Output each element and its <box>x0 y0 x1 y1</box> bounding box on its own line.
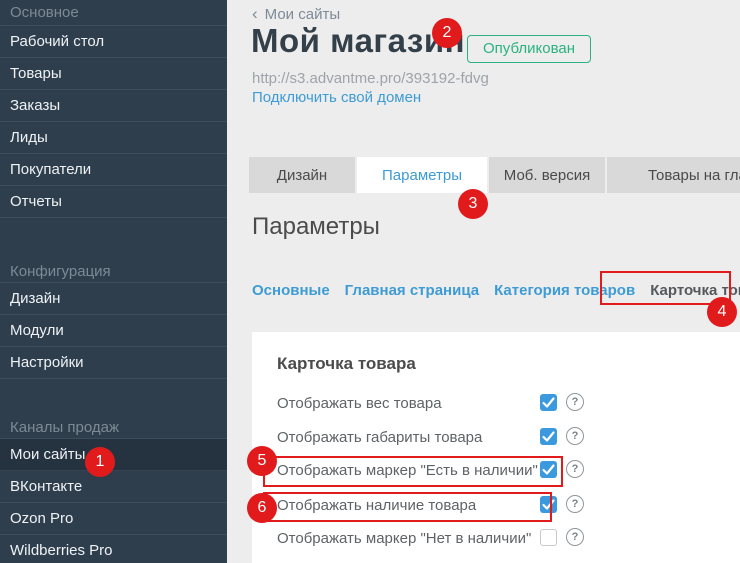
tab-mobile-version[interactable]: Моб. версия <box>489 157 605 193</box>
site-title: Мой магазин <box>251 22 465 60</box>
main-tabs: Дизайн Параметры Моб. версия Товары на г… <box>249 157 740 193</box>
sidebar-item-orders[interactable]: Заказы <box>0 90 227 122</box>
sidebar-item-ozon-pro[interactable]: Ozon Pro <box>0 503 227 535</box>
tab-products-on-main[interactable]: Товары на гла <box>607 157 740 193</box>
setting-label: Отображать маркер "Нет в наличии" <box>277 530 531 547</box>
checkbox-show-out-of-stock-marker[interactable] <box>540 529 557 546</box>
sidebar: Основное Рабочий стол Товары Заказы Лиды… <box>0 0 227 563</box>
setting-label: Отображать маркер "Есть в наличии" <box>277 462 538 479</box>
tab-design[interactable]: Дизайн <box>249 157 355 193</box>
breadcrumb-label: Мои сайты <box>265 6 340 23</box>
setting-label: Отображать вес товара <box>277 395 442 412</box>
setting-row-show-availability: Отображать наличие товара ? <box>252 495 740 515</box>
checkbox-show-dimensions[interactable] <box>540 428 557 445</box>
sidebar-item-modules[interactable]: Модули <box>0 315 227 347</box>
app-window: Основное Рабочий стол Товары Заказы Лиды… <box>0 0 740 563</box>
sidebar-item-dashboard[interactable]: Рабочий стол <box>0 26 227 58</box>
help-icon[interactable]: ? <box>566 427 584 445</box>
annotation-badge-3: 3 <box>458 189 488 219</box>
product-card-settings-panel: Карточка товара Отображать вес товара ? … <box>252 332 740 563</box>
setting-row-show-out-of-stock-marker: Отображать маркер "Нет в наличии" ? <box>252 528 740 548</box>
setting-row-show-dimensions: Отображать габариты товара ? <box>252 427 740 447</box>
sidebar-section-main: Основное <box>0 0 227 26</box>
sidebar-item-my-sites[interactable]: Мои сайты <box>0 439 227 471</box>
checkbox-show-weight[interactable] <box>540 394 557 411</box>
sidebar-item-leads[interactable]: Лиды <box>0 122 227 154</box>
sidebar-item-customers[interactable]: Покупатели <box>0 154 227 186</box>
parameter-subtabs: Основные Главная страница Категория това… <box>252 282 740 299</box>
chevron-left-icon: ‹ <box>252 4 258 23</box>
sidebar-spacer <box>0 218 227 255</box>
sidebar-spacer <box>0 379 227 411</box>
page-heading: Параметры <box>252 213 380 241</box>
sidebar-section-sales-channels: Каналы продаж <box>0 411 227 439</box>
subtab-product-card[interactable]: Карточка товара <box>650 282 740 299</box>
annotation-badge-4: 4 <box>707 297 737 327</box>
sidebar-section-configuration: Конфигурация <box>0 255 227 283</box>
help-icon[interactable]: ? <box>566 495 584 513</box>
card-heading: Карточка товара <box>277 354 416 374</box>
sidebar-item-settings[interactable]: Настройки <box>0 347 227 379</box>
checkbox-show-availability[interactable] <box>540 496 557 513</box>
site-url: http://s3.advantme.pro/393192-fdvg <box>252 70 489 87</box>
breadcrumb-back-my-sites[interactable]: ‹ Мои сайты <box>252 4 340 24</box>
sidebar-item-reports[interactable]: Отчеты <box>0 186 227 218</box>
help-icon[interactable]: ? <box>566 460 584 478</box>
published-status-button[interactable]: Опубликован <box>467 35 591 63</box>
sidebar-item-vkontakte[interactable]: ВКонтакте <box>0 471 227 503</box>
sidebar-item-wildberries-pro[interactable]: Wildberries Pro <box>0 535 227 563</box>
setting-label: Отображать габариты товара <box>277 429 482 446</box>
setting-row-show-weight: Отображать вес товара ? <box>252 393 740 413</box>
subtab-product-category[interactable]: Категория товаров <box>494 282 635 299</box>
subtab-general[interactable]: Основные <box>252 282 330 299</box>
setting-row-show-in-stock-marker: Отображать маркер "Есть в наличии" ? <box>252 460 740 480</box>
tab-parameters[interactable]: Параметры <box>357 157 487 193</box>
help-icon[interactable]: ? <box>566 528 584 546</box>
checkbox-show-in-stock-marker[interactable] <box>540 461 557 478</box>
sidebar-item-products[interactable]: Товары <box>0 58 227 90</box>
subtab-main-page[interactable]: Главная страница <box>345 282 479 299</box>
sidebar-item-design[interactable]: Дизайн <box>0 283 227 315</box>
help-icon[interactable]: ? <box>566 393 584 411</box>
setting-label: Отображать наличие товара <box>277 497 476 514</box>
connect-domain-link[interactable]: Подключить свой домен <box>252 89 421 106</box>
